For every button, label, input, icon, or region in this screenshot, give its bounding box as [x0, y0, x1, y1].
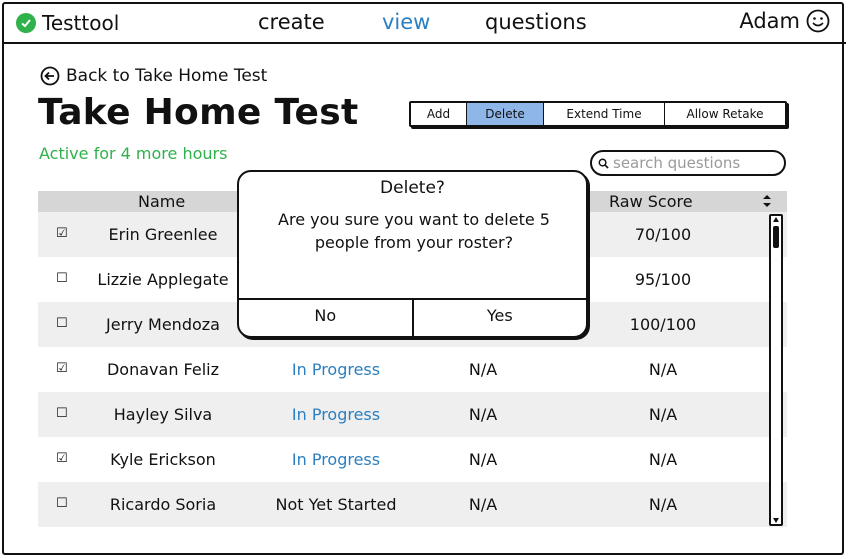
checkbox-unchecked[interactable]: ☐ — [56, 317, 68, 330]
cell-score: N/A — [648, 405, 678, 424]
checkbox-checked[interactable]: ☑ — [56, 362, 68, 375]
yes-button[interactable]: Yes — [414, 300, 587, 336]
scroll-up-icon[interactable] — [772, 216, 780, 223]
scrollbar-thumb[interactable] — [773, 226, 779, 248]
cell-name: Jerry Mendoza — [106, 315, 220, 334]
logo[interactable]: Testtool — [16, 11, 119, 35]
checkbox-checked[interactable]: ☑ — [56, 452, 68, 465]
cell-name: Donavan Feliz — [106, 360, 219, 379]
cell-status: In Progress — [291, 405, 381, 424]
action-toolbar: Add Delete Extend Time Allow Retake — [409, 101, 787, 127]
cell-name: Hayley Silva — [113, 405, 213, 424]
cell-score: N/A — [648, 495, 678, 514]
app-name: Testtool — [42, 11, 120, 35]
scroll-down-icon[interactable] — [772, 517, 780, 524]
nav-view[interactable]: view — [382, 10, 430, 34]
scrollbar[interactable] — [769, 214, 783, 526]
cell-name: Erin Greenlee — [108, 225, 218, 244]
cell-score: 95/100 — [634, 270, 692, 289]
search-icon — [598, 158, 609, 169]
dialog-message: Are you sure you want to delete 5 people… — [278, 210, 550, 252]
add-button[interactable]: Add — [411, 103, 467, 125]
header-name[interactable]: Name — [138, 192, 185, 211]
sort-icon[interactable] — [760, 193, 774, 209]
cell-time: N/A — [468, 495, 498, 514]
header-raw-score[interactable]: Raw Score — [609, 192, 693, 211]
delete-dialog: Delete? Are you sure you want to delete … — [237, 170, 588, 338]
nav-create[interactable]: create — [258, 10, 325, 34]
user-name: Adam — [739, 9, 800, 33]
check-circle-icon — [16, 13, 36, 33]
delete-button[interactable]: Delete — [467, 103, 544, 125]
smiley-icon — [806, 9, 830, 33]
extend-time-button[interactable]: Extend Time — [544, 103, 665, 125]
cell-status: In Progress — [291, 360, 381, 379]
back-label: Back to Take Home Test — [66, 66, 268, 86]
back-arrow-icon — [40, 66, 60, 86]
checkbox-unchecked[interactable]: ☐ — [56, 497, 68, 510]
nav-questions[interactable]: questions — [485, 10, 587, 34]
cell-score: N/A — [648, 450, 678, 469]
status-text: Active for 4 more hours — [39, 144, 228, 163]
checkbox-unchecked[interactable]: ☐ — [56, 407, 68, 420]
dialog-title: Delete? — [380, 178, 445, 198]
cell-score: 100/100 — [629, 315, 697, 334]
dialog-footer: No Yes — [239, 298, 586, 336]
allow-retake-button[interactable]: Allow Retake — [665, 103, 785, 125]
page-title: Take Home Test — [38, 92, 359, 133]
table-row[interactable]: ☐ Hayley Silva In Progress N/A N/A — [38, 392, 787, 437]
search-input[interactable]: search questions — [590, 150, 786, 176]
cell-score: N/A — [648, 360, 678, 379]
user-menu[interactable]: Adam — [739, 9, 830, 33]
cell-time: N/A — [468, 360, 498, 379]
cell-name: Kyle Erickson — [110, 450, 216, 469]
search-placeholder: search questions — [613, 154, 741, 172]
cell-status: In Progress — [291, 450, 381, 469]
cell-name: Lizzie Applegate — [97, 270, 229, 289]
checkbox-unchecked[interactable]: ☐ — [56, 272, 68, 285]
checkbox-checked[interactable]: ☑ — [56, 227, 68, 240]
cell-name: Ricardo Soria — [109, 495, 217, 514]
no-button[interactable]: No — [239, 300, 414, 336]
cell-time: N/A — [468, 450, 498, 469]
back-link[interactable]: Back to Take Home Test — [40, 66, 267, 86]
top-bar: Testtool create view questions Adam — [2, 2, 846, 44]
cell-status: Not Yet Started — [275, 495, 397, 514]
cell-score: 70/100 — [634, 225, 692, 244]
cell-time: N/A — [468, 405, 498, 424]
table-row[interactable]: ☑ Donavan Feliz In Progress N/A N/A — [38, 347, 787, 392]
table-row[interactable]: ☑ Kyle Erickson In Progress N/A N/A — [38, 437, 787, 482]
table-row[interactable]: ☐ Ricardo Soria Not Yet Started N/A N/A — [38, 482, 787, 527]
